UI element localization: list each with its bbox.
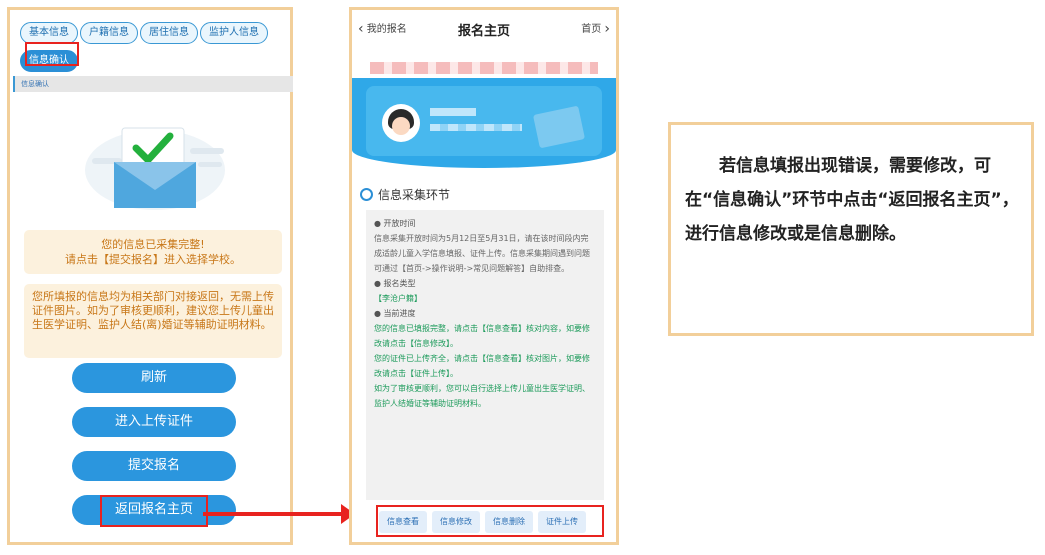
open-time-text: 信息采集开放时间为5月12日至5月31日，请在该时间段内完成适龄儿童入学信息填报…	[374, 234, 590, 273]
tab-household-info[interactable]: 户籍信息	[80, 22, 138, 44]
progress-text-3: 如为了审核更顺利，您可以自行选择上传儿童出生医学证明、监护人结婚证等辅助证明材料…	[374, 384, 590, 408]
page-title: 报名主页	[457, 24, 510, 39]
complete-message: 您的信息已采集完整! 请点击【提交报名】进入选择学校。	[24, 230, 282, 274]
highlight-box-back-button	[100, 495, 208, 527]
pointer-arrow-line	[203, 512, 343, 516]
highlight-box-actions	[376, 505, 604, 537]
profile-banner	[352, 78, 616, 168]
circle-icon	[360, 188, 373, 201]
progress-text-1: 您的信息已填报完整，请点击【信息查看】核对内容，如要修改请点击【信息修改】。	[374, 324, 590, 348]
registration-home-screen: ‹ 我的报名 报名主页 首页 › 信息采集环节 ● 开放时间 信息采集开放时间为…	[349, 7, 619, 545]
complete-message-line2: 请点击【提交报名】进入选择学校。	[65, 253, 241, 266]
home-link-label: 首页	[581, 24, 602, 35]
section-header: 信息采集环节	[360, 186, 450, 203]
home-link[interactable]: 首页 ›	[581, 20, 610, 37]
highlight-box-confirm-tab	[25, 42, 79, 66]
instruction-text: 若信息填报出现错误，需要修改，可在“信息确认”环节中点击“返回报名主页”，进行信…	[685, 156, 1019, 244]
breadcrumb: 信息确认	[13, 76, 293, 92]
document-icon	[532, 105, 586, 149]
chevron-right-icon: ›	[604, 21, 610, 37]
progress-text-2: 您的证件已上传齐全，请点击【信息查看】核对图片，如要修改请点击【证件上传】。	[374, 354, 590, 378]
info-confirm-screen: 基本信息 户籍信息 居住信息 监护人信息 信息确认 信息确认 您的信息已采集完整! 请…	[7, 7, 293, 545]
envelope-check-icon	[85, 127, 225, 210]
blurred-name	[430, 108, 476, 116]
blurred-id	[430, 124, 522, 131]
envelope-illustration	[70, 110, 240, 220]
profile-card	[366, 86, 602, 156]
top-nav: ‹ 我的报名 报名主页 首页 ›	[352, 10, 616, 54]
refresh-button[interactable]: 刷新	[72, 363, 236, 393]
type-value: 【李沧户籍】	[374, 294, 422, 303]
avatar	[382, 104, 420, 142]
tab-basic-info[interactable]: 基本信息	[20, 22, 78, 44]
tab-residence-info[interactable]: 居住信息	[140, 22, 198, 44]
instruction-note: 若信息填报出现错误，需要修改，可在“信息确认”环节中点击“返回报名主页”，进行信…	[668, 122, 1034, 336]
type-label: ● 报名类型	[374, 279, 416, 288]
open-time-label: ● 开放时间	[374, 219, 416, 228]
avatar-face	[392, 117, 410, 135]
section-title: 信息采集环节	[378, 188, 451, 202]
blurred-header-strip	[370, 62, 598, 74]
info-collection-panel: ● 开放时间 信息采集开放时间为5月12日至5月31日，请在该时间段内完成适龄儿…	[366, 210, 604, 500]
progress-label: ● 当前进度	[374, 309, 416, 318]
tab-guardian-info[interactable]: 监护人信息	[200, 22, 268, 44]
upload-documents-button[interactable]: 进入上传证件	[72, 407, 236, 437]
submit-registration-button[interactable]: 提交报名	[72, 451, 236, 481]
notice-message: 您所填报的信息均为相关部门对接返回，无需上传证件图片。如为了审核更顺利，建议您上…	[24, 284, 282, 358]
complete-message-line1: 您的信息已采集完整!	[101, 238, 205, 251]
